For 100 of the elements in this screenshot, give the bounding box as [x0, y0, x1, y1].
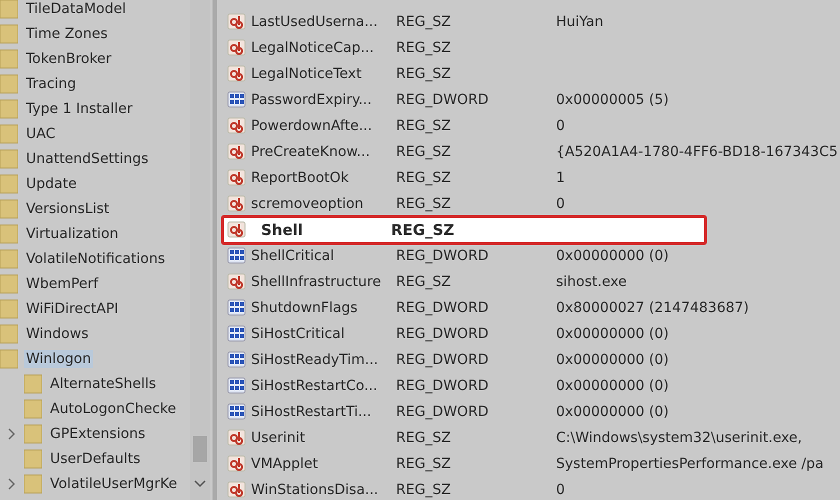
- string-value-icon: [227, 116, 247, 136]
- folder-icon: [24, 448, 42, 468]
- tree-item[interactable]: VersionsList: [24, 200, 112, 218]
- value-type: REG_SZ: [396, 170, 452, 186]
- chevron-icon[interactable]: [8, 478, 16, 490]
- folder-icon: [0, 174, 18, 194]
- tree-item[interactable]: AlternateShells: [48, 374, 158, 392]
- value-name: LastUsedUserna...: [251, 14, 379, 30]
- tree-item[interactable]: Type 1 Installer: [24, 100, 134, 118]
- tree-item[interactable]: WiFiDirectAPI: [24, 300, 120, 318]
- value-row[interactable]: ShellInfrastructure REG_SZ sihost.exe: [221, 269, 840, 295]
- value-row[interactable]: PasswordExpiry... REG_DWORD 0x00000005 (5): [221, 87, 840, 113]
- string-value-icon: [227, 12, 247, 32]
- scroll-down-icon[interactable]: [194, 480, 206, 488]
- folder-icon: [0, 298, 18, 318]
- tree-item[interactable]: Time Zones: [24, 24, 110, 42]
- string-value-icon: [227, 64, 247, 84]
- value-name: Shell: [261, 221, 304, 239]
- folder-icon: [0, 224, 18, 244]
- tree-item[interactable]: Tracing: [24, 74, 78, 92]
- tree-item[interactable]: VolatileNotifications: [24, 250, 168, 268]
- value-row[interactable]: ShutdownFlags REG_DWORD 0x80000027 (2147483687): [221, 295, 840, 321]
- tree-item[interactable]: WbemPerf: [24, 274, 100, 292]
- value-name: SiHostRestartTi...: [251, 404, 372, 420]
- tree-item[interactable]: UnattendSettings: [24, 150, 150, 168]
- value-row[interactable]: LegalNoticeText REG_SZ: [221, 61, 840, 87]
- tree-item[interactable]: Update: [24, 174, 79, 192]
- tree-item[interactable]: TokenBroker: [24, 50, 114, 68]
- chevron-icon[interactable]: [8, 428, 16, 440]
- value-name: LegalNoticeText: [251, 66, 363, 82]
- value-type: REG_SZ: [391, 221, 456, 239]
- value-row[interactable]: LegalNoticeCap... REG_SZ: [221, 35, 840, 61]
- value-data: 0x80000027 (2147483687): [556, 300, 749, 316]
- tree-item[interactable]: TileDataModel: [24, 0, 128, 18]
- value-row[interactable]: SiHostCritical REG_DWORD 0x00000000 (0): [221, 321, 840, 347]
- folder-icon: [24, 398, 42, 418]
- tree-item[interactable]: VolatileUserMgrKe: [48, 474, 180, 492]
- value-data: 0: [556, 196, 565, 212]
- value-type: REG_DWORD: [396, 404, 490, 420]
- folder-icon: [0, 0, 18, 18]
- folder-icon: [0, 48, 18, 68]
- value-row[interactable]: VMApplet REG_SZ SystemPropertiesPerformance.exe /pa: [221, 451, 840, 477]
- value-name: Userinit: [251, 430, 306, 446]
- tree-item[interactable]: Winlogon: [24, 350, 94, 368]
- value-name: scremoveoption: [251, 196, 364, 212]
- value-data: 1: [556, 170, 565, 186]
- value-row[interactable]: SiHostReadyTim... REG_DWORD 0x00000000 (0): [221, 347, 840, 373]
- value-type: REG_DWORD: [396, 378, 490, 394]
- folder-icon: [0, 98, 18, 118]
- value-row[interactable]: PowerdownAfte... REG_SZ 0: [221, 113, 840, 139]
- value-name: PasswordExpiry...: [251, 92, 373, 108]
- value-data: HuiYan: [556, 14, 604, 30]
- binary-value-icon: [227, 298, 247, 318]
- value-row[interactable]: SiHostRestartTi... REG_DWORD 0x00000000 (0): [221, 399, 840, 425]
- tree-item[interactable]: UAC: [24, 124, 58, 142]
- value-row[interactable]: ShellCritical REG_DWORD 0x00000000 (0): [221, 243, 840, 269]
- value-type: REG_SZ: [396, 66, 452, 82]
- value-type: REG_SZ: [396, 196, 452, 212]
- value-row[interactable]: scremoveoption REG_SZ 0: [221, 191, 840, 217]
- binary-value-icon: [227, 376, 247, 396]
- string-value-icon: [227, 168, 247, 188]
- value-data: C:\Windows\system32\userinit.exe,: [556, 430, 802, 446]
- value-row[interactable]: LastUsedUserna... REG_SZ HuiYan: [221, 9, 840, 35]
- folder-icon: [0, 348, 18, 368]
- value-data: 0: [556, 118, 565, 134]
- tree-item[interactable]: Windows: [24, 324, 90, 342]
- value-name: ShutdownFlags: [251, 300, 359, 316]
- value-name: ShellCritical: [251, 248, 336, 264]
- value-row[interactable]: WinStationsDisa... REG_SZ 0: [221, 477, 840, 500]
- value-row[interactable]: ReportBootOk REG_SZ 1: [221, 165, 840, 191]
- tree-item[interactable]: GPExtensions: [48, 424, 148, 442]
- value-type: REG_SZ: [396, 456, 452, 472]
- string-value-icon: [227, 142, 247, 162]
- string-value-icon: [227, 220, 247, 240]
- value-type: REG_DWORD: [396, 300, 490, 316]
- value-type: REG_SZ: [396, 482, 452, 498]
- value-type: REG_DWORD: [396, 248, 490, 264]
- folder-icon: [24, 474, 42, 494]
- value-type: REG_DWORD: [396, 326, 490, 342]
- value-row[interactable]: SiHostRestartCo... REG_DWORD 0x00000000 (0): [221, 373, 840, 399]
- tree-item[interactable]: UserDefaults: [48, 450, 142, 468]
- value-type: REG_DWORD: [396, 92, 490, 108]
- value-name: PreCreateKnow...: [251, 144, 371, 160]
- value-data: 0x00000000 (0): [556, 326, 669, 342]
- tree-item[interactable]: Virtualization: [24, 224, 120, 242]
- value-data: 0x00000000 (0): [556, 404, 669, 420]
- binary-value-icon: [227, 90, 247, 110]
- value-type: REG_SZ: [396, 430, 452, 446]
- string-value-icon: [227, 480, 247, 500]
- folder-icon: [24, 424, 42, 444]
- value-row[interactable]: Userinit REG_SZ C:\Windows\system32\userinit.exe,: [221, 425, 840, 451]
- value-type: REG_SZ: [396, 14, 452, 30]
- tree-item[interactable]: AutoLogonChecke: [48, 400, 178, 418]
- string-value-icon: [227, 194, 247, 214]
- highlighted-row[interactable]: Shell REG_SZ: [221, 215, 707, 245]
- value-name: ReportBootOk: [251, 170, 350, 186]
- value-data: 0x00000000 (0): [556, 378, 669, 394]
- scrollbar-thumb[interactable]: [193, 436, 207, 462]
- value-row[interactable]: PreCreateKnow... REG_SZ {A520A1A4-1780-4FF6-BD18-167343C5: [221, 139, 840, 165]
- folder-icon: [0, 124, 18, 144]
